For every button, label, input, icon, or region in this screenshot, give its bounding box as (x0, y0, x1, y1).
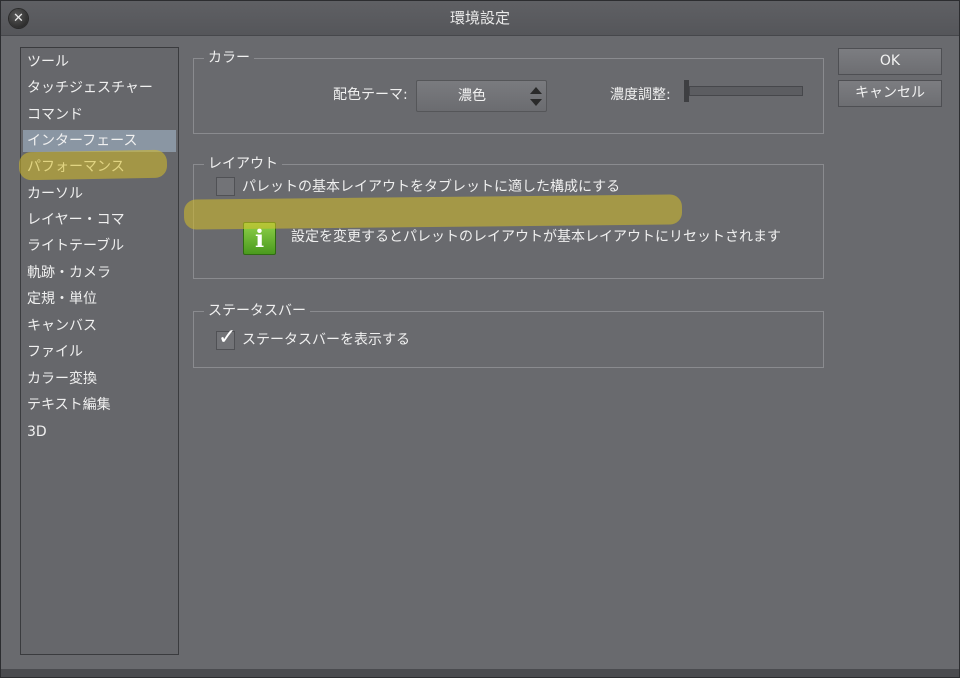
sidebar-item-layer[interactable]: レイヤー・コマ (23, 209, 176, 231)
density-slider-handle[interactable] (684, 80, 689, 102)
tablet-layout-checkbox[interactable] (216, 177, 235, 196)
color-group-label: カラー (204, 49, 254, 67)
sidebar-item-camera[interactable]: 軌跡・カメラ (23, 262, 176, 284)
category-list: ツール タッチジェスチャー コマンド インターフェース パフォーマンス カーソル… (20, 47, 179, 655)
info-icon: i (243, 222, 276, 255)
info-message: 設定を変更するとパレットのレイアウトが基本レイアウトにリセットされます (291, 229, 781, 245)
sidebar-item-lighttable[interactable]: ライトテーブル (23, 235, 176, 257)
theme-select[interactable]: 濃色 (416, 80, 547, 112)
sidebar-item-command[interactable]: コマンド (23, 104, 176, 126)
cancel-button[interactable]: キャンセル (838, 80, 942, 107)
density-label: 濃度調整: (610, 87, 671, 103)
sidebar-item-ruler[interactable]: 定規・単位 (23, 288, 176, 310)
updown-arrows-icon (530, 85, 542, 107)
checkmark-icon: ✓ (218, 325, 237, 350)
sidebar-item-touch[interactable]: タッチジェスチャー (23, 77, 176, 99)
sidebar-item-interface[interactable]: インターフェース (23, 130, 176, 152)
statusbar-group-label: ステータスバー (204, 302, 310, 320)
window-bottom-edge (1, 669, 959, 677)
sidebar-item-tool[interactable]: ツール (23, 51, 176, 73)
window-title: 環境設定 (449, 9, 510, 27)
sidebar-item-3d[interactable]: 3D (23, 421, 176, 443)
show-statusbar-label: ステータスバーを表示する (242, 332, 410, 348)
sidebar-item-textedit[interactable]: テキスト編集 (23, 394, 176, 416)
sidebar-item-file[interactable]: ファイル (23, 341, 176, 363)
tablet-layout-label: パレットの基本レイアウトをタブレットに適した構成にする (242, 179, 621, 195)
title-bar: ✕ 環境設定 (1, 1, 959, 36)
sidebar-item-canvas[interactable]: キャンバス (23, 315, 176, 337)
theme-label: 配色テーマ: (333, 87, 408, 103)
sidebar-item-cursor[interactable]: カーソル (23, 183, 176, 205)
preferences-window: ✕ 環境設定 ツール タッチジェスチャー コマンド インターフェース パフォーマ… (0, 0, 960, 678)
show-statusbar-checkbox[interactable]: ✓ (216, 326, 236, 350)
theme-select-value: 濃色 (458, 88, 486, 104)
sidebar-item-colorconv[interactable]: カラー変換 (23, 368, 176, 390)
density-slider[interactable] (689, 86, 803, 96)
layout-group-label: レイアウト (204, 155, 282, 173)
sidebar-item-performance[interactable]: パフォーマンス (23, 156, 176, 178)
ok-button[interactable]: OK (838, 48, 942, 75)
